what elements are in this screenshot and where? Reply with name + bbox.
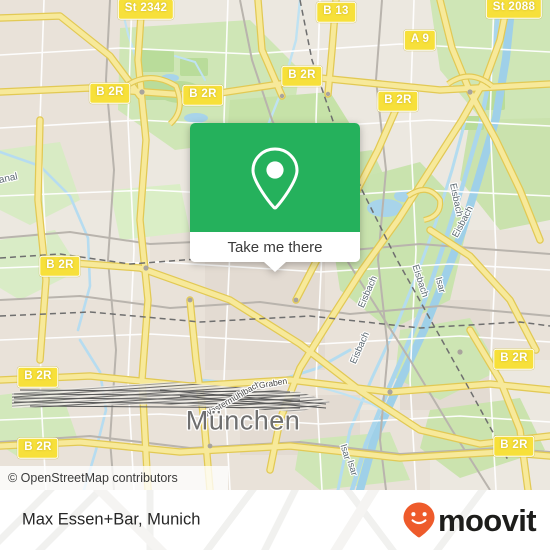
road-shield: B 2R [17,437,59,459]
road-shield: St 2342 [117,0,175,20]
moovit-logo[interactable]: moovit [402,501,537,539]
road-shield: St 2088 [485,0,543,19]
callout-header [190,123,360,232]
callout-inner: Take me there [190,123,360,262]
road-shield: A 9 [403,29,437,51]
moovit-map-screenshot: r KanalEisbachEisbachEisbachIsarEisbachE… [0,0,550,550]
road-shield: B 2R [377,90,419,112]
callout-action-label: Take me there [227,238,323,256]
osm-attribution-text: © OpenStreetMap contributors [8,471,178,485]
footer-bar: Max Essen+Bar, Munich moovit [0,490,550,550]
map-pin-icon [251,146,299,209]
road-shield: B 2R [17,366,59,388]
road-shield: B 2R [182,84,224,106]
moovit-wordmark: moovit [437,502,537,538]
road-shield: B 2R [89,82,131,104]
road-shield: B 2R [281,65,323,87]
road-shield: B 2R [39,255,81,277]
city-label: München [185,405,301,436]
callout-tail [264,262,286,272]
callout-action[interactable]: Take me there [190,232,360,262]
place-title: Max Essen+Bar, Munich [22,510,201,529]
moovit-smiley-pin-icon [403,502,435,538]
location-callout-card[interactable]: Take me there [190,123,360,272]
road-shield: B 2R [493,348,535,370]
road-shield: B 2R [493,435,535,457]
osm-attribution[interactable]: © OpenStreetMap contributors [0,466,228,490]
map-canvas[interactable]: r KanalEisbachEisbachEisbachIsarEisbachE… [0,0,550,490]
road-shield: B 13 [316,1,356,23]
